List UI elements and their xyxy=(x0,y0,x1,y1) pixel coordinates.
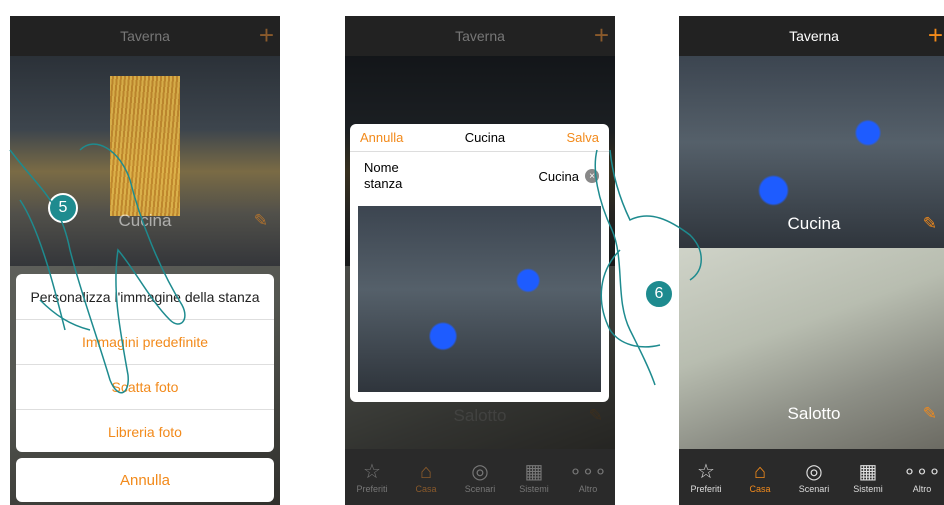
star-icon: ☆ xyxy=(363,461,381,483)
room-image-preview[interactable] xyxy=(358,206,601,392)
tab-label: Casa xyxy=(749,484,771,494)
tab-label: Preferiti xyxy=(356,484,388,494)
tab-sistemi[interactable]: ▦ Sistemi xyxy=(841,449,895,505)
screen-edit-room: Taverna + Salotto ✎ Annulla Cucina Salva… xyxy=(345,16,615,505)
room-label: Salotto xyxy=(787,404,841,423)
action-sheet-heading: Personalizza l'immagine della stanza xyxy=(30,288,260,305)
tab-preferiti[interactable]: ☆ Preferiti xyxy=(345,449,399,505)
edit-room-dialog: Annulla Cucina Salva Nome stanza Cucina … xyxy=(350,124,609,402)
add-icon: + xyxy=(593,20,609,50)
screen-choose-image: Taverna + Cucina ✎ Personalizza l'immagi… xyxy=(10,16,280,505)
tab-bar: ☆ Preferiti ⌂ Casa ◎ Scenari ▦ Sistemi ∘∘∘ Al… xyxy=(679,449,944,505)
top-bar: Taverna + xyxy=(679,16,944,56)
dialog-header: Annulla Cucina Salva xyxy=(350,124,609,152)
edit-pencil-icon[interactable]: ✎ xyxy=(923,404,937,424)
room-label: Cucina xyxy=(787,214,841,233)
star-icon: ☆ xyxy=(697,461,715,483)
room-tile-kitchen[interactable]: Cucina ✎ xyxy=(10,56,280,266)
room-tile-living[interactable]: Salotto ✎ xyxy=(679,248,944,449)
room-tile-kitchen[interactable]: Cucina ✎ xyxy=(679,56,944,248)
add-icon[interactable]: + xyxy=(259,20,274,50)
tab-label: Altro xyxy=(578,484,598,494)
option-take-photo[interactable]: Scatta foto xyxy=(16,364,274,409)
option-default-images[interactable]: Immagini predefinite xyxy=(16,319,274,364)
more-icon: ∘∘∘ xyxy=(903,461,941,483)
pasta-photo xyxy=(110,76,180,216)
room-name-label: Nome stanza xyxy=(364,160,403,191)
edit-pencil-icon: ✎ xyxy=(588,406,603,425)
tab-label: Altro xyxy=(912,484,932,494)
add-icon[interactable]: + xyxy=(928,20,943,50)
save-button[interactable]: Salva xyxy=(566,130,599,145)
scenes-icon: ◎ xyxy=(471,461,489,483)
tab-scenari[interactable]: ◎ Scenari xyxy=(787,449,841,505)
grid-icon: ▦ xyxy=(858,461,878,483)
tab-label: Scenari xyxy=(464,484,496,494)
page-title: Taverna xyxy=(120,28,170,44)
tab-label: Casa xyxy=(415,484,437,494)
tab-sistemi[interactable]: ▦ Sistemi xyxy=(507,449,561,505)
tab-casa[interactable]: ⌂ Casa xyxy=(399,449,453,505)
top-bar: Taverna + xyxy=(10,16,280,56)
tab-label: Preferiti xyxy=(690,484,722,494)
cancel-button[interactable]: Annulla xyxy=(16,458,274,502)
clear-icon[interactable]: × xyxy=(585,169,599,183)
tab-preferiti[interactable]: ☆ Preferiti xyxy=(679,449,733,505)
scenes-icon: ◎ xyxy=(805,461,823,483)
home-icon: ⌂ xyxy=(753,461,767,483)
screen-room-list: Taverna + Cucina ✎ Salotto ✎ ☆ Preferiti … xyxy=(679,16,944,505)
room-label: Salotto xyxy=(453,406,507,425)
step-badge-6: 6 xyxy=(644,279,674,309)
room-name-field[interactable]: Cucina xyxy=(539,169,579,184)
room-name-row: Nome stanza Cucina × xyxy=(350,152,609,200)
option-photo-library[interactable]: Libreria foto xyxy=(16,409,274,454)
tab-casa[interactable]: ⌂ Casa xyxy=(733,449,787,505)
tab-altro[interactable]: ∘∘∘ Altro xyxy=(895,449,944,505)
edit-pencil-icon[interactable]: ✎ xyxy=(923,214,937,234)
step-badge-5: 5 xyxy=(48,193,78,223)
tab-label: Sistemi xyxy=(519,484,549,494)
grid-icon: ▦ xyxy=(524,461,544,483)
tab-label: Sistemi xyxy=(853,484,883,494)
page-title: Taverna xyxy=(789,28,839,44)
more-icon: ∘∘∘ xyxy=(569,461,607,483)
tab-altro[interactable]: ∘∘∘ Altro xyxy=(561,449,615,505)
edit-pencil-icon[interactable]: ✎ xyxy=(254,211,268,231)
image-action-sheet: Personalizza l'immagine della stanza Imm… xyxy=(16,274,274,452)
dialog-cancel-button[interactable]: Annulla xyxy=(360,130,403,145)
dialog-title: Cucina xyxy=(464,130,506,145)
page-title: Taverna xyxy=(455,28,505,44)
top-bar: Taverna + xyxy=(345,16,615,56)
tab-scenari[interactable]: ◎ Scenari xyxy=(453,449,507,505)
tab-label: Scenari xyxy=(798,484,830,494)
tab-bar: ☆ Preferiti ⌂ Casa ◎ Scenari ▦ Sistemi ∘∘∘ Al… xyxy=(345,449,615,505)
home-icon: ⌂ xyxy=(419,461,433,483)
